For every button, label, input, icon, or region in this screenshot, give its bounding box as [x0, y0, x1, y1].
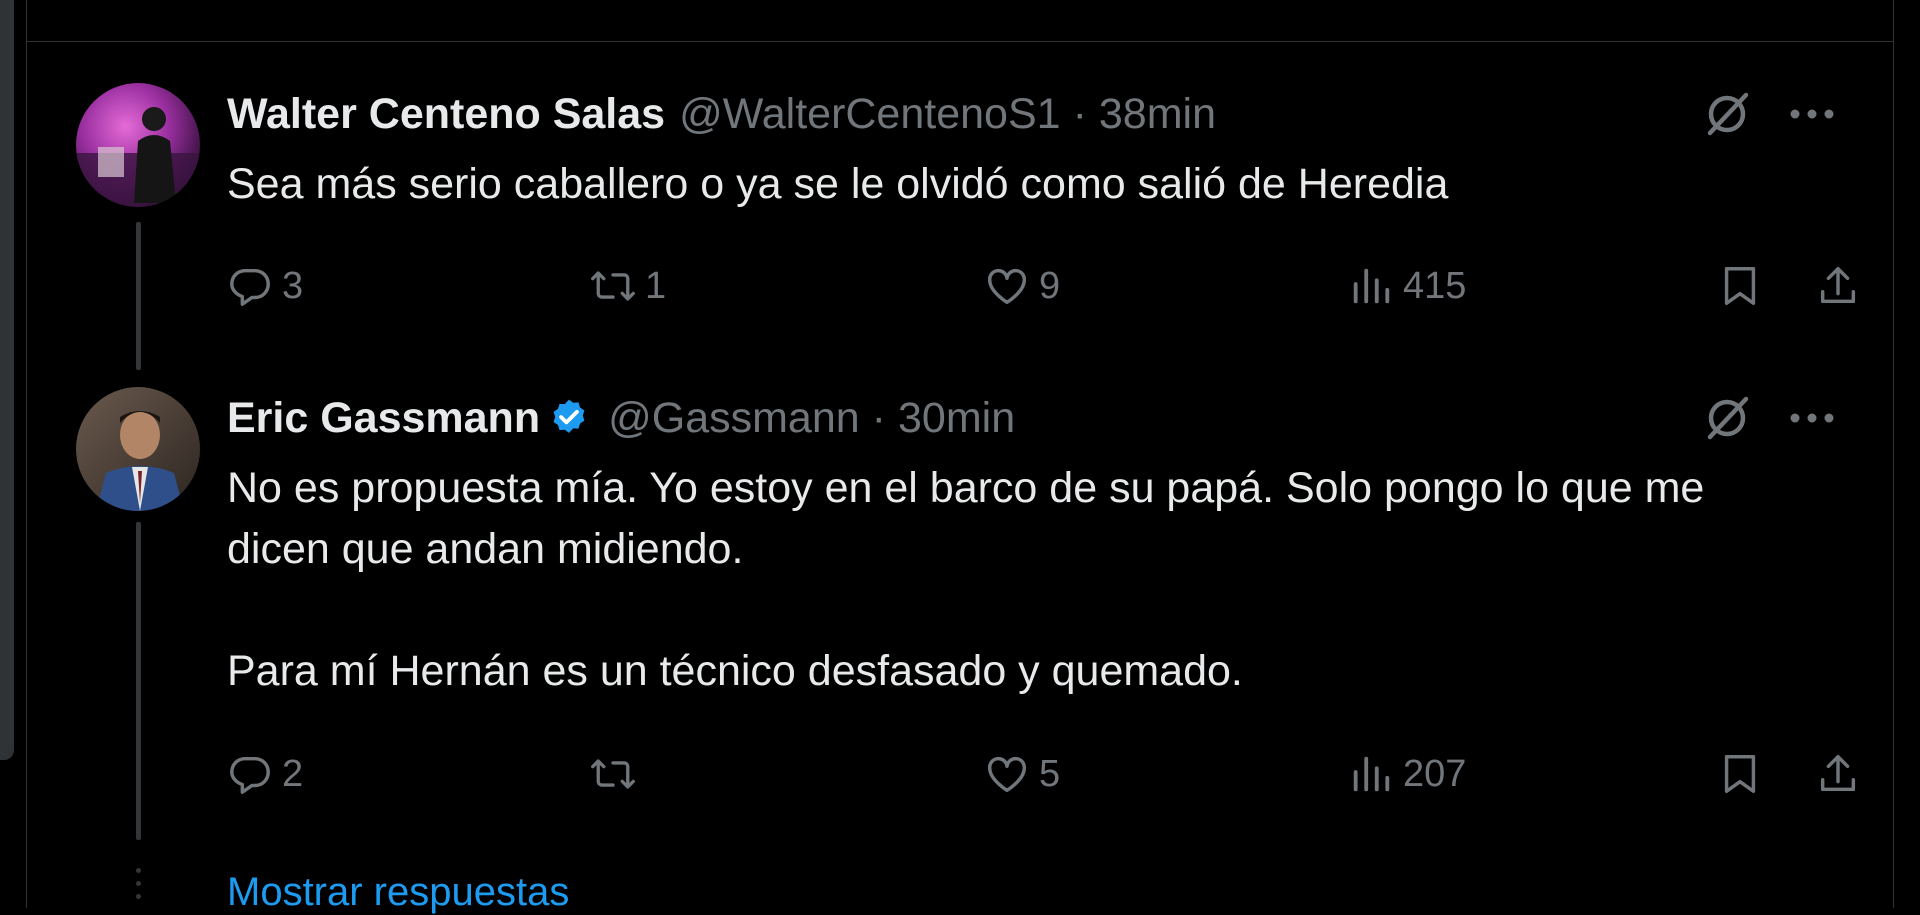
- heart-icon: [983, 750, 1031, 798]
- top-divider: [26, 41, 1894, 42]
- grok-icon[interactable]: [1699, 390, 1755, 446]
- views-count: 415: [1403, 264, 1467, 307]
- share-icon: [1814, 750, 1862, 798]
- thread-continuation-dots: [136, 868, 142, 907]
- views-button[interactable]: 207: [1347, 746, 1466, 802]
- thread-line: [136, 222, 141, 370]
- tweet-text: No es propuesta mía. Yo estoy en el barc…: [227, 464, 1705, 695]
- avatar[interactable]: [76, 83, 200, 207]
- tweet-header: Walter Centeno Salas @WalterCentenoS1 · …: [227, 86, 1216, 142]
- verified-badge-icon: [548, 397, 590, 439]
- avatar[interactable]: [76, 387, 200, 511]
- share-button[interactable]: [1814, 258, 1862, 314]
- retweet-icon: [589, 262, 637, 310]
- timestamp[interactable]: 38min: [1099, 86, 1216, 142]
- reply-button[interactable]: 3: [226, 258, 303, 314]
- reply-count: 3: [282, 264, 304, 307]
- author-name[interactable]: Walter Centeno Salas: [227, 86, 665, 142]
- bookmark-icon: [1716, 750, 1764, 798]
- reply-icon: [226, 750, 274, 798]
- like-button[interactable]: 5: [983, 746, 1060, 802]
- bookmark-button[interactable]: [1716, 746, 1764, 802]
- tweet-text: Sea más serio caballero o ya se le olvid…: [227, 160, 1449, 208]
- retweet-button[interactable]: 1: [589, 258, 666, 314]
- heart-icon: [983, 262, 1031, 310]
- reply-icon: [226, 262, 274, 310]
- like-count: 5: [1039, 752, 1061, 795]
- separator: ·: [1072, 90, 1087, 138]
- views-icon: [1347, 262, 1395, 310]
- thread-line: [136, 522, 141, 840]
- more-icon[interactable]: [1784, 86, 1840, 142]
- tweet-header: Eric Gassmann @Gassmann · 30min: [227, 390, 1015, 446]
- author-handle[interactable]: @WalterCentenoS1: [679, 86, 1060, 142]
- author-name[interactable]: Eric Gassmann: [227, 390, 540, 446]
- like-button[interactable]: 9: [983, 258, 1060, 314]
- like-count: 9: [1039, 264, 1061, 307]
- bookmark-button[interactable]: [1716, 258, 1764, 314]
- views-button[interactable]: 415: [1347, 258, 1466, 314]
- author-handle[interactable]: @Gassmann: [608, 390, 860, 446]
- show-replies-link[interactable]: Mostrar respuestas: [227, 870, 569, 915]
- share-button[interactable]: [1814, 746, 1862, 802]
- views-count: 207: [1403, 752, 1467, 795]
- share-icon: [1814, 262, 1862, 310]
- left-scroll-strip: [0, 0, 14, 760]
- grok-icon[interactable]: [1699, 86, 1755, 142]
- separator: ·: [871, 394, 886, 442]
- reply-button[interactable]: 2: [226, 746, 303, 802]
- retweet-count: 1: [645, 264, 667, 307]
- bookmark-icon: [1716, 262, 1764, 310]
- more-icon[interactable]: [1784, 390, 1840, 446]
- reply-count: 2: [282, 752, 304, 795]
- views-icon: [1347, 750, 1395, 798]
- retweet-icon: [589, 750, 637, 798]
- timestamp[interactable]: 30min: [898, 390, 1015, 446]
- retweet-button[interactable]: [589, 746, 645, 802]
